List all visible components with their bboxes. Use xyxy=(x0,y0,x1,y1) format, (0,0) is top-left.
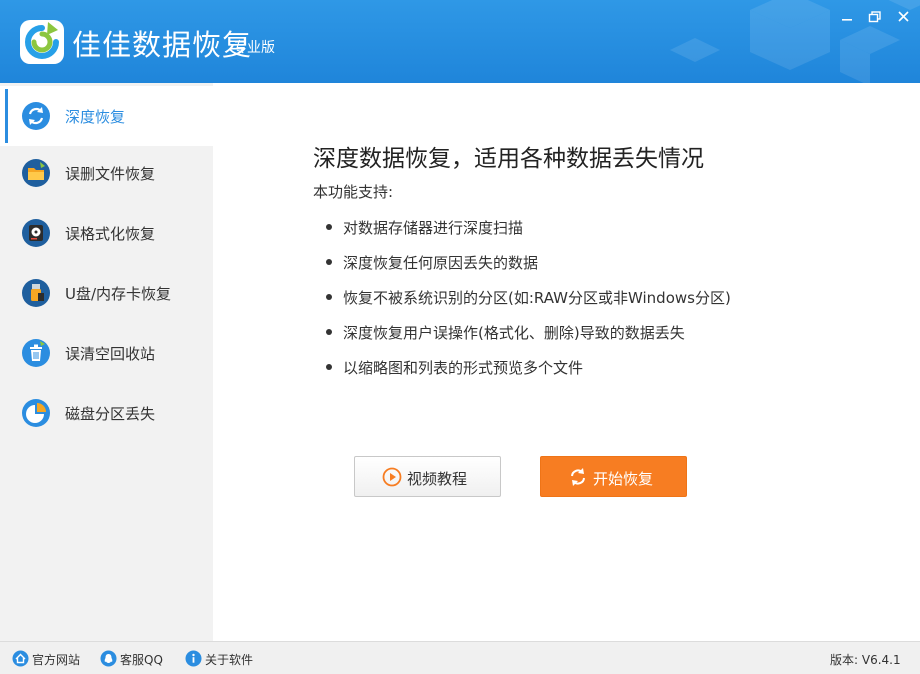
sidebar-item-label: 误删文件恢复 xyxy=(65,165,156,183)
feature-text: 深度恢复用户误操作(格式化、删除)导致的数据丢失 xyxy=(343,324,685,342)
home-icon xyxy=(12,650,29,667)
support-label: 本功能支持: xyxy=(313,183,394,201)
bullet-icon xyxy=(326,259,332,265)
deep-recovery-icon xyxy=(22,102,50,130)
close-icon[interactable] xyxy=(893,8,915,26)
bullet-icon xyxy=(326,294,332,300)
app-name: 佳佳数据恢复 xyxy=(72,28,253,62)
sidebar-item-label: 磁盘分区丢失 xyxy=(65,405,156,423)
app-edition: 专业版 xyxy=(233,40,275,56)
feature-text: 以缩略图和列表的形式预览多个文件 xyxy=(343,359,584,377)
start-recovery-label: 开始恢复 xyxy=(593,470,654,488)
app-logo-icon xyxy=(20,20,64,64)
video-tutorial-button[interactable]: 视频教程 xyxy=(354,456,501,497)
recycle-bin-icon xyxy=(22,339,50,367)
sidebar-item-deep-recovery[interactable]: 深度恢复 xyxy=(0,86,213,146)
about-software-label: 关于软件 xyxy=(205,653,254,667)
version-text: 版本: V6.4.1 xyxy=(830,653,901,667)
sidebar-item-partition-lost[interactable]: 磁盘分区丢失 xyxy=(0,383,213,443)
feature-text: 恢复不被系统识别的分区(如:RAW分区或非Windows分区) xyxy=(343,289,731,307)
support-qq-label: 客服QQ xyxy=(120,653,163,667)
sidebar: 深度恢复 误删文件恢复 误格式化恢复 U盘/内存卡恢复 误清空回收站 磁盘分区丢… xyxy=(0,83,213,641)
sidebar-item-recycle-bin[interactable]: 误清空回收站 xyxy=(0,323,213,383)
sidebar-item-label: 深度恢复 xyxy=(65,108,126,126)
maximize-icon[interactable] xyxy=(864,8,886,26)
folder-icon xyxy=(22,159,50,187)
bullet-icon xyxy=(326,329,332,335)
sidebar-item-format-recovery[interactable]: 误格式化恢复 xyxy=(0,203,213,263)
start-recovery-button[interactable]: 开始恢复 xyxy=(540,456,687,497)
usb-icon xyxy=(22,279,50,307)
video-tutorial-label: 视频教程 xyxy=(407,470,468,488)
title-bar: 佳佳数据恢复 专业版 xyxy=(0,0,920,83)
bullet-icon xyxy=(326,224,332,230)
info-icon xyxy=(185,650,202,667)
feature-text: 深度恢复任何原因丢失的数据 xyxy=(343,254,539,272)
refresh-icon xyxy=(571,468,585,486)
page-title: 深度数据恢复，适用各种数据丢失情况 xyxy=(313,146,704,172)
status-bar: 官方网站 客服QQ 关于软件 版本: V6.4.1 xyxy=(0,641,920,674)
sidebar-item-label: 误清空回收站 xyxy=(65,345,156,363)
bullet-icon xyxy=(326,364,332,370)
play-icon xyxy=(382,467,402,487)
sidebar-item-usb-card[interactable]: U盘/内存卡恢复 xyxy=(0,263,213,323)
sidebar-item-label: 误格式化恢复 xyxy=(65,225,156,243)
pie-partition-icon xyxy=(22,399,50,427)
sidebar-item-deleted-files[interactable]: 误删文件恢复 xyxy=(0,143,213,203)
minimize-icon[interactable] xyxy=(836,8,858,26)
feature-text: 对数据存储器进行深度扫描 xyxy=(343,219,524,237)
sidebar-item-label: U盘/内存卡恢复 xyxy=(65,285,172,303)
qq-icon xyxy=(100,650,117,667)
disk-icon xyxy=(22,219,50,247)
official-website-label: 官方网站 xyxy=(32,653,81,667)
